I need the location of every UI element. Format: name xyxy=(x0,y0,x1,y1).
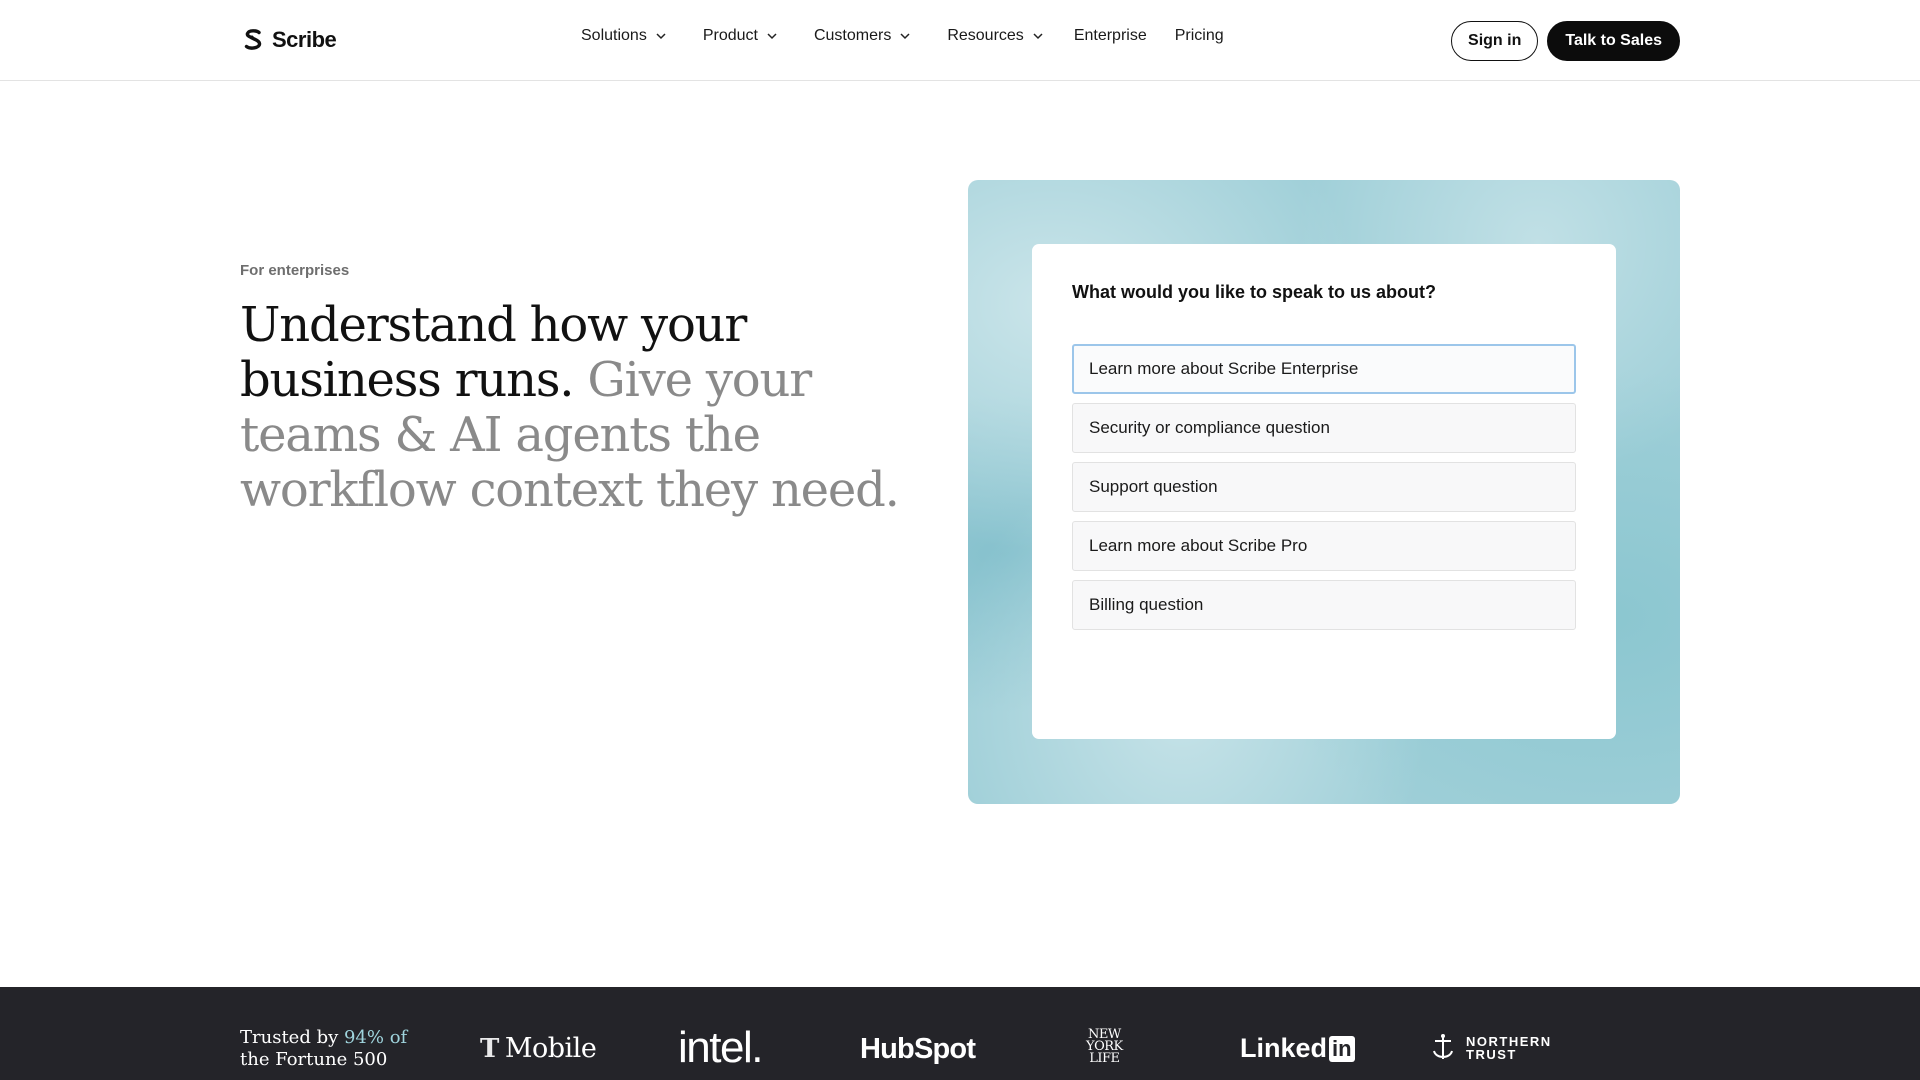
tmobile-wordmark: Mobile xyxy=(504,1033,597,1064)
linkedin-wordmark: Linked xyxy=(1240,1033,1328,1063)
nav-pricing-label: Pricing xyxy=(1174,27,1224,44)
trusted-suffix: the Fortune 500 xyxy=(240,1049,388,1070)
contact-form-card: What would you like to speak to us about… xyxy=(1032,244,1616,739)
nav-enterprise-label: Enterprise xyxy=(1073,27,1147,44)
nav-customers[interactable]: Customers xyxy=(814,27,911,45)
option-support[interactable]: Support question xyxy=(1072,462,1576,512)
tmobile-t-mark: T xyxy=(480,1033,499,1064)
linkedin-logo: Linked in xyxy=(1240,1033,1355,1064)
chevron-down-icon xyxy=(900,33,910,40)
nav-resources[interactable]: Resources xyxy=(947,27,1043,45)
hubspot-logo: HubSpot xyxy=(860,1033,976,1065)
linkedin-in-box: in xyxy=(1329,1035,1355,1062)
eyebrow-label: For enterprises xyxy=(240,262,350,279)
northern-trust-anchor-icon xyxy=(1433,1034,1453,1059)
trusted-highlight: 94% of xyxy=(343,1027,408,1048)
option-billing[interactable]: Billing question xyxy=(1072,580,1576,630)
nav-customers-label: Customers xyxy=(813,27,892,44)
sign-in-button[interactable]: Sign in xyxy=(1451,21,1539,61)
nav-actions: Sign in Talk to Sales xyxy=(1451,21,1680,61)
nav-product-label: Product xyxy=(702,27,758,44)
scribe-logo-icon xyxy=(244,29,262,50)
chevron-down-icon xyxy=(656,33,666,40)
northern-trust-wordmark: NORTHERN TRUST xyxy=(1466,1035,1552,1061)
contact-panel: What would you like to speak to us about… xyxy=(968,180,1680,804)
form-question: What would you like to speak to us about… xyxy=(1072,282,1437,302)
logo-text: Scribe xyxy=(272,27,337,52)
chevron-down-icon xyxy=(1033,33,1043,40)
top-nav: Scribe Solutions Product Customers Resou… xyxy=(0,0,1920,81)
trusted-prefix: Trusted by xyxy=(240,1027,344,1048)
trusted-by-text: Trusted by 94% of the Fortune 500 xyxy=(240,1027,407,1071)
tmobile-logo: T Mobile xyxy=(480,1033,597,1064)
option-security-compliance[interactable]: Security or compliance question xyxy=(1072,403,1576,453)
nav-solutions[interactable]: Solutions xyxy=(581,27,667,45)
nav-solutions-label: Solutions xyxy=(581,27,647,44)
nav-product[interactable]: Product xyxy=(703,27,778,45)
new-york-life-logo: NEW YORK LIFE xyxy=(1086,1028,1123,1066)
option-scribe-pro[interactable]: Learn more about Scribe Pro xyxy=(1072,521,1576,571)
nav-resources-label: Resources xyxy=(947,27,1024,44)
trusted-by-strip: Trusted by 94% of the Fortune 500 T Mobi… xyxy=(0,987,1920,1080)
intel-logo: intel. xyxy=(678,1023,763,1072)
option-scribe-enterprise[interactable]: Learn more about Scribe Enterprise xyxy=(1072,344,1576,394)
nav-pricing[interactable]: Pricing xyxy=(1175,27,1224,45)
northern-trust-logo: NORTHERN TRUST xyxy=(1430,1033,1552,1063)
talk-to-sales-button[interactable]: Talk to Sales xyxy=(1547,21,1680,61)
ntrust-line-2: TRUST xyxy=(1466,1047,1517,1062)
chevron-down-icon xyxy=(767,33,777,40)
nyl-line-3: LIFE xyxy=(1089,1051,1120,1066)
nav-enterprise[interactable]: Enterprise xyxy=(1074,27,1147,45)
scribe-logo[interactable]: Scribe xyxy=(240,27,337,53)
hero-headline: Understand how your business runs. Give … xyxy=(240,298,940,518)
main-menu: Solutions Product Customers Resources En… xyxy=(581,27,1224,45)
